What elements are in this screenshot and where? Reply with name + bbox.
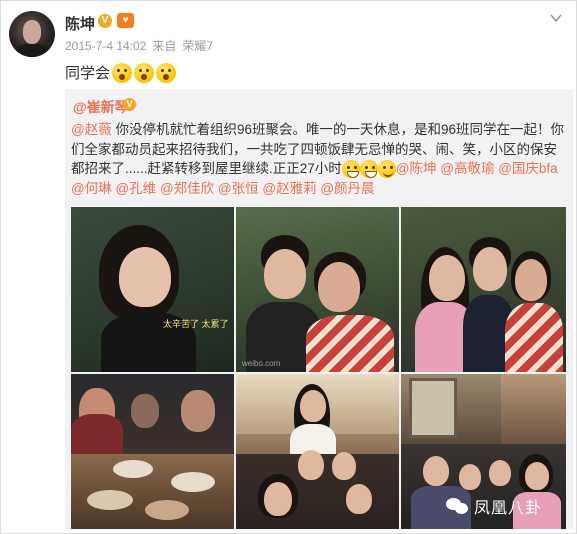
post-content: 同学会: [65, 62, 177, 83]
mention-link[interactable]: @颜丹晨: [317, 181, 374, 196]
mention-link[interactable]: @赵薇: [71, 122, 112, 137]
repost-text: @赵薇 你没停机就忙着组织96班聚会。唯一的一天休息，是和96班同学在一起！你们…: [71, 120, 569, 198]
author-avatar[interactable]: [9, 11, 55, 57]
weibo-post-card: 陈坤 V ♥ 2015-7-4 14:02 来自 荣耀7 同学会 @崔新琴 V @赵…: [0, 0, 577, 534]
author-name[interactable]: 陈坤: [65, 13, 95, 34]
repost-author[interactable]: @崔新琴: [73, 97, 129, 117]
surprised-emoji: [134, 62, 155, 83]
mention-link[interactable]: @陈坤: [396, 161, 437, 176]
repost-box: @崔新琴 V @赵薇 你没停机就忙着组织96班聚会。唯一的一天休息，是和96班同…: [65, 89, 573, 529]
photo-thumbnail-4[interactable]: [71, 374, 234, 529]
mention-link[interactable]: @何琳: [71, 181, 112, 196]
mention-link[interactable]: @赵雅莉: [259, 181, 316, 196]
photo-watermark: weibo.com: [242, 359, 281, 368]
wechat-icon: [446, 496, 470, 516]
mention-link[interactable]: @孔维: [112, 181, 156, 196]
mention-link[interactable]: @高敬瑜: [437, 161, 494, 176]
surprised-emoji: [156, 62, 177, 83]
smile-emoji: [377, 160, 396, 179]
logo-text: 凤凰八卦: [474, 500, 543, 517]
source-logo: 凤凰八卦: [446, 491, 570, 521]
source-prefix: 来自: [152, 39, 177, 53]
verified-badge-icon: V: [123, 98, 136, 111]
photo-caption: 太辛苦了 太累了: [163, 319, 229, 329]
post-source[interactable]: 荣耀7: [182, 39, 213, 53]
grin-emoji: [341, 160, 360, 179]
mention-link[interactable]: @国庆bfa: [494, 161, 557, 176]
surprised-emoji: [112, 62, 133, 83]
grin-emoji: [359, 160, 378, 179]
post-meta: 2015-7-4 14:02 来自 荣耀7: [65, 37, 219, 54]
verified-badge-icon: V: [98, 14, 112, 28]
photo-thumbnail-1[interactable]: 太辛苦了 太累了: [71, 207, 234, 372]
photo-thumbnail-5[interactable]: [236, 374, 399, 529]
member-badge-icon: ♥: [117, 13, 134, 28]
post-text: 同学会: [65, 65, 111, 82]
mention-link[interactable]: @张恒: [214, 181, 259, 196]
chevron-down-icon[interactable]: [549, 11, 563, 25]
photo-thumbnail-3[interactable]: [401, 207, 566, 372]
post-time[interactable]: 2015-7-4 14:02: [65, 39, 146, 53]
photo-thumbnail-2[interactable]: weibo.com: [236, 207, 399, 372]
mention-link[interactable]: @郑佳欣: [156, 181, 214, 196]
